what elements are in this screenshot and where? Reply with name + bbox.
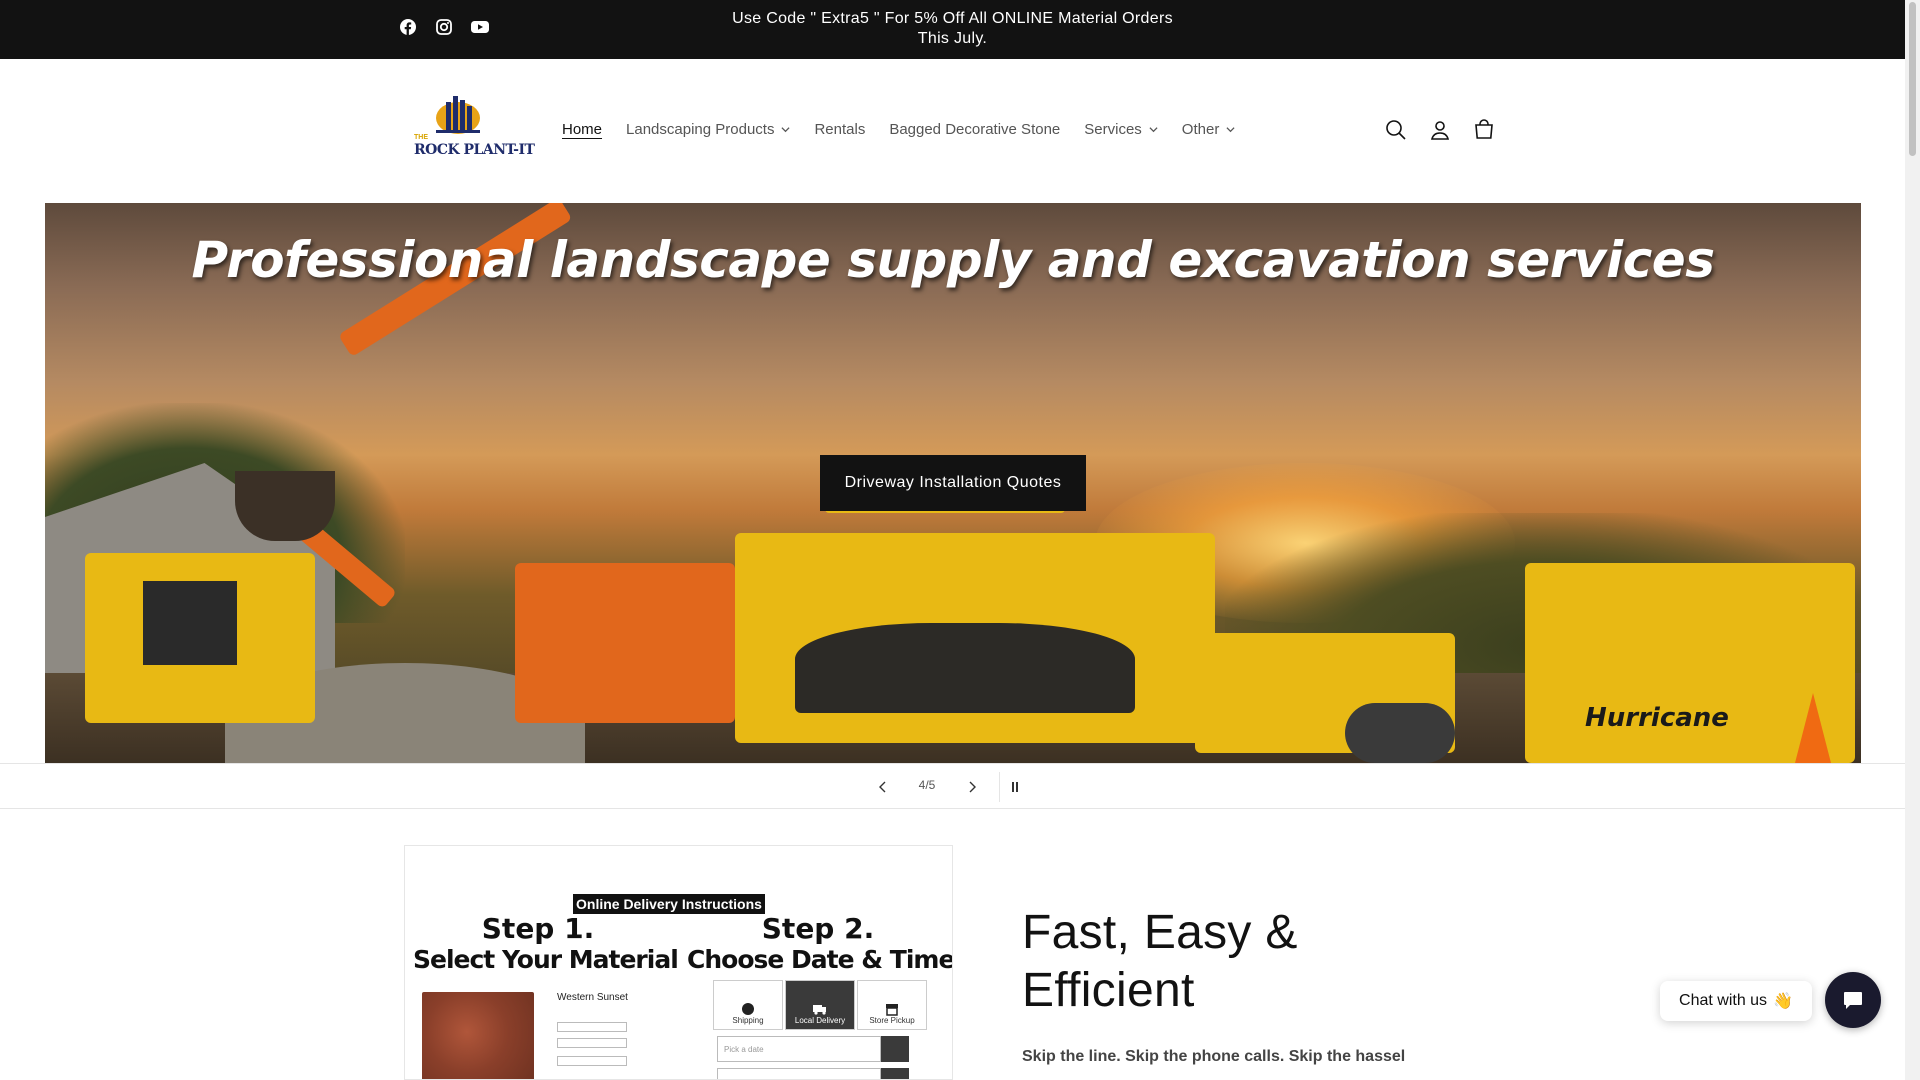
- logo-name: ROCK PLANT-IT: [414, 142, 535, 158]
- chevron-left-icon: [879, 781, 886, 793]
- chevron-down-icon: [1149, 127, 1158, 133]
- content-title-line-2: Efficient: [1022, 964, 1195, 1017]
- logo-the: THE: [414, 134, 428, 141]
- product-name: Western Sunset: [557, 992, 628, 1003]
- chipper-brand: Hurricane: [1585, 703, 1729, 733]
- next-slide-button[interactable]: [962, 777, 982, 797]
- nav-label: Rentals: [814, 121, 866, 138]
- road-roller: [1195, 633, 1455, 763]
- cart-icon[interactable]: [1472, 118, 1496, 142]
- search-icon[interactable]: [1384, 118, 1408, 142]
- instructions-banner: Online Delivery Instructions: [573, 894, 765, 914]
- time-field: [717, 1068, 881, 1079]
- nav-item-landscaping-products[interactable]: Landscaping Products: [626, 121, 790, 138]
- chat-label: Chat with us: [1679, 992, 1768, 1009]
- announcement-line-1: Use Code " Extra5 " For 5% Off All ONLIN…: [732, 10, 1173, 27]
- product-field: [557, 1056, 627, 1066]
- chevron-down-icon: [781, 127, 790, 133]
- asphalt-load: [795, 623, 1135, 713]
- slider-divider: [999, 772, 1000, 802]
- nav-item-bagged-decorative-stone[interactable]: Bagged Decorative Stone: [889, 121, 1060, 138]
- calendar-icon: [881, 1036, 909, 1062]
- scrollbar-thumb[interactable]: [1909, 2, 1916, 156]
- nav-label: Bagged Decorative Stone: [889, 121, 1061, 138]
- skid-steer-cab: [135, 573, 245, 673]
- step-1: Step 1. Select Your Material: [413, 912, 679, 975]
- traffic-cone: [1795, 693, 1831, 763]
- option-label: Store Pickup: [869, 1016, 915, 1025]
- product-field: [557, 1038, 627, 1048]
- step-1-text: Select Your Material: [413, 945, 679, 974]
- header-icons: [1384, 118, 1496, 142]
- previous-slide-button[interactable]: [873, 777, 893, 797]
- facebook-icon[interactable]: [398, 17, 418, 37]
- pause-icon: [1012, 782, 1018, 792]
- wave-icon: 👋: [1773, 993, 1793, 1010]
- clock-icon: [881, 1068, 909, 1079]
- page-scrollbar[interactable]: [1905, 0, 1920, 1080]
- content-title-line-1: Fast, Easy &: [1022, 906, 1298, 959]
- truck-icon: [813, 1005, 826, 1015]
- option-shipping: Shipping: [713, 980, 783, 1030]
- nav-item-other[interactable]: Other: [1182, 121, 1236, 138]
- slide-counter: 4/5: [918, 778, 936, 792]
- nav-label: Home: [562, 121, 603, 138]
- content-title: Fast, Easy & Efficient: [1022, 904, 1298, 1020]
- content-subtitle: Skip the line. Skip the phone calls. Ski…: [1022, 1048, 1406, 1065]
- chevron-down-icon: [1226, 127, 1235, 133]
- chevron-right-icon: [969, 781, 976, 793]
- option-label: Shipping: [732, 1016, 764, 1025]
- step-2-number: Step 2.: [761, 912, 875, 945]
- nav-item-rentals[interactable]: Rentals: [814, 121, 865, 138]
- excavator: [515, 563, 735, 723]
- driveway-quotes-button[interactable]: Driveway Installation Quotes: [820, 455, 1086, 511]
- site-header: THE ROCK PLANT-IT Home Landscaping Produ…: [0, 59, 1905, 203]
- skid-steer: [85, 553, 315, 723]
- date-field: Pick a date: [717, 1036, 881, 1062]
- instagram-icon[interactable]: [434, 17, 454, 37]
- nav-item-home[interactable]: Home: [562, 121, 602, 138]
- excavator-bucket: [235, 471, 335, 541]
- option-local-delivery: Local Delivery: [785, 980, 855, 1030]
- paver-machine: [735, 493, 1215, 743]
- hero-slideshow: Hurricane Professional landscape supply …: [45, 203, 1861, 763]
- delivery-instructions-image: Online Delivery Instructions Step 1. Sel…: [404, 845, 953, 1080]
- chat-button[interactable]: [1825, 972, 1881, 1028]
- nav-label: Landscaping Products: [626, 121, 775, 138]
- logo-mark-icon: [436, 96, 480, 134]
- store-icon: [886, 1004, 898, 1016]
- option-store-pickup: Store Pickup: [857, 980, 927, 1030]
- nav-label: Services: [1084, 121, 1142, 138]
- option-label: Local Delivery: [794, 1016, 846, 1025]
- announcement-line-2: This July.: [917, 30, 988, 47]
- step-2-text: Choose Date & Time: [687, 945, 953, 974]
- roller-drum: [1345, 703, 1455, 763]
- material-photo: [422, 992, 534, 1079]
- step-2: Step 2. Choose Date & Time: [687, 912, 953, 975]
- main-nav: Home Landscaping Products Rentals Bagged…: [562, 121, 1259, 138]
- delivery-options: Shipping Local Delivery Store Pickup: [713, 980, 927, 1030]
- nav-label: Other: [1181, 121, 1220, 138]
- chat-bubble-icon: [1844, 992, 1862, 1009]
- step-1-number: Step 1.: [481, 912, 595, 945]
- hero-title: Professional landscape supply and excava…: [191, 231, 1715, 289]
- account-icon[interactable]: [1428, 118, 1452, 142]
- slider-controls: 4/5: [0, 763, 1905, 809]
- nav-item-services[interactable]: Services: [1084, 121, 1158, 138]
- globe-icon: [742, 1003, 754, 1015]
- youtube-icon[interactable]: [470, 17, 490, 37]
- announcement-bar: Use Code " Extra5 " For 5% Off All ONLIN…: [0, 0, 1905, 59]
- chat-prompt[interactable]: Chat with us 👋: [1660, 981, 1812, 1021]
- store-logo[interactable]: THE ROCK PLANT-IT: [410, 92, 535, 164]
- social-links: [398, 17, 490, 37]
- pause-slideshow-button[interactable]: [1005, 777, 1025, 797]
- announcement-text: Use Code " Extra5 " For 5% Off All ONLIN…: [700, 9, 1205, 49]
- product-field: [557, 1022, 627, 1032]
